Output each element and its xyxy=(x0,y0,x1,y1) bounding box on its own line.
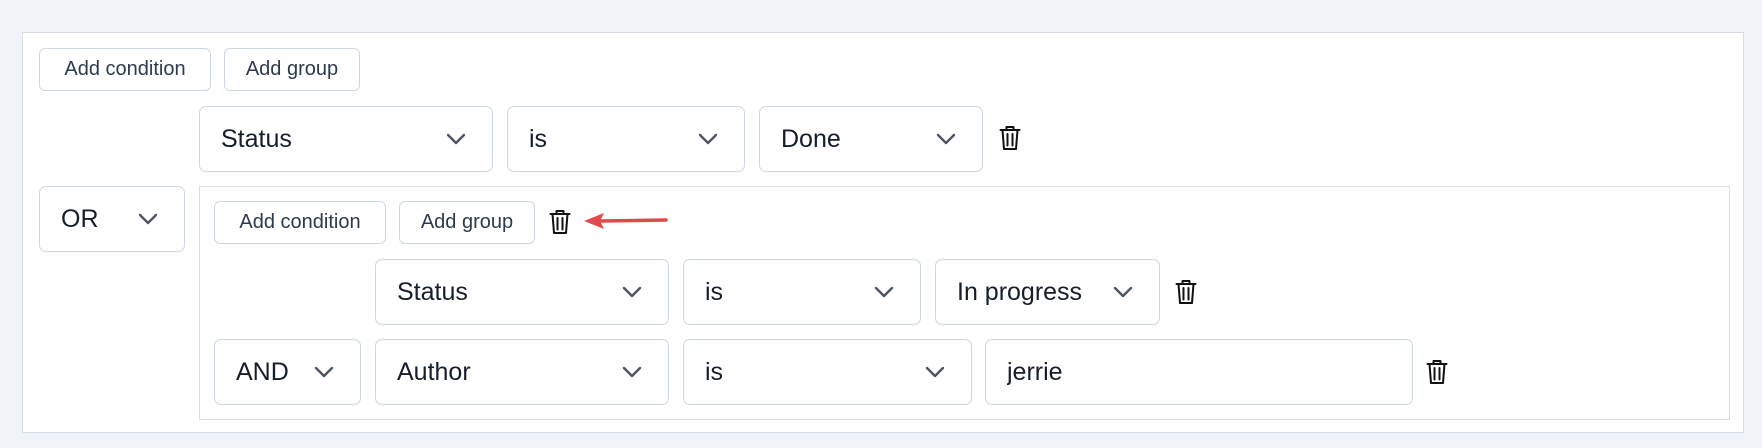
annotation-arrow xyxy=(584,213,668,229)
group-add-condition-button[interactable]: Add condition xyxy=(214,201,386,244)
remove-rule-button[interactable] xyxy=(999,125,1021,151)
trash-icon xyxy=(999,126,1021,150)
group-combinator-select[interactable]: AND xyxy=(214,339,361,405)
trash-icon xyxy=(1175,280,1197,304)
group-rule-operator-select[interactable]: is xyxy=(683,259,921,325)
rule-field-select[interactable]: Status xyxy=(199,106,493,172)
add-group-button[interactable]: Add group xyxy=(224,48,360,91)
chevron-down-icon xyxy=(314,366,334,378)
chevron-down-icon xyxy=(622,366,642,378)
trash-icon xyxy=(549,210,571,234)
group-rule-field-value: Status xyxy=(397,277,468,306)
chevron-down-icon xyxy=(138,213,158,225)
chevron-down-icon xyxy=(936,133,956,145)
chevron-down-icon xyxy=(698,133,718,145)
chevron-down-icon xyxy=(446,133,466,145)
group-rule-value-value: In progress xyxy=(957,277,1083,306)
remove-group-button[interactable] xyxy=(549,209,571,235)
group-rule-field-select[interactable]: Status xyxy=(375,259,669,325)
group-rule-field-value: Author xyxy=(397,357,471,386)
add-condition-button[interactable]: Add condition xyxy=(39,48,211,91)
rule-value-value: Done xyxy=(781,124,841,153)
remove-rule-button[interactable] xyxy=(1175,279,1197,305)
group-add-group-button[interactable]: Add group xyxy=(399,201,535,244)
group-combinator-value: AND xyxy=(236,357,289,386)
group-rule-operator-value: is xyxy=(705,357,724,386)
rule-operator-value: is xyxy=(529,124,548,153)
rule-operator-select[interactable]: is xyxy=(507,106,745,172)
group-rule-value-input[interactable] xyxy=(985,339,1413,405)
group-rule-operator-value: is xyxy=(705,277,724,306)
chevron-down-icon xyxy=(622,286,642,298)
chevron-down-icon xyxy=(1113,286,1133,298)
group-rule-operator-select[interactable]: is xyxy=(683,339,972,405)
query-builder-panel: Add condition Add group Status is Done O… xyxy=(22,32,1744,433)
rule-field-value: Status xyxy=(221,124,292,153)
trash-icon xyxy=(1426,360,1448,384)
rule-value-select[interactable]: Done xyxy=(759,106,983,172)
combinator-select[interactable]: OR xyxy=(39,186,185,252)
chevron-down-icon xyxy=(874,286,894,298)
chevron-down-icon xyxy=(925,366,945,378)
rule-group: Add condition Add group Status is In pro… xyxy=(199,186,1730,420)
group-rule-value-select[interactable]: In progress xyxy=(935,259,1160,325)
combinator-value: OR xyxy=(61,204,99,233)
group-rule-field-select[interactable]: Author xyxy=(375,339,669,405)
remove-rule-button[interactable] xyxy=(1426,359,1448,385)
